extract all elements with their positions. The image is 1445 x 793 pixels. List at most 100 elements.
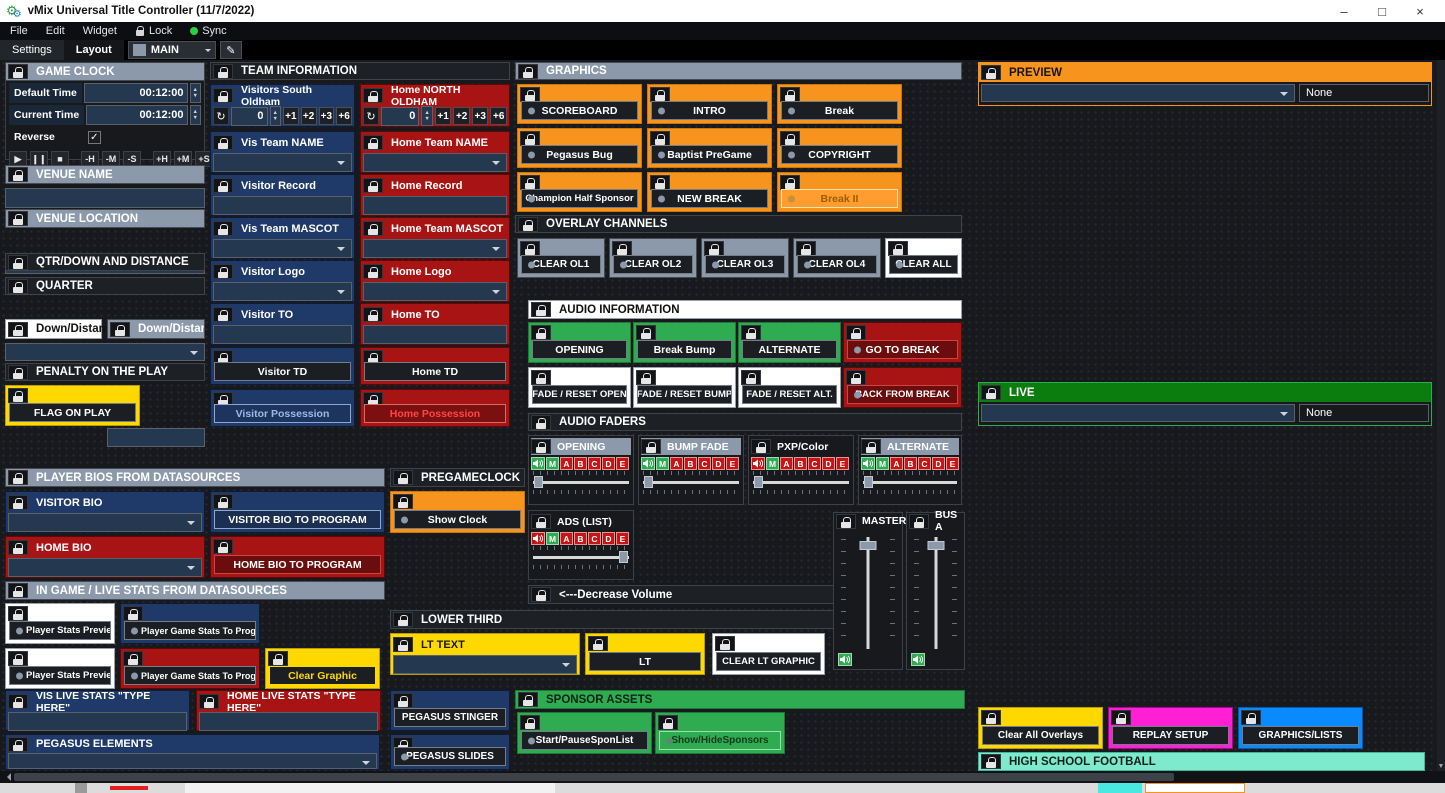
lock-icon[interactable] (213, 539, 233, 554)
lock-icon[interactable] (861, 439, 881, 454)
default-time-spinner[interactable]: ▲▼ (190, 83, 201, 103)
lock-icon[interactable] (518, 692, 538, 707)
lock-icon[interactable] (363, 178, 383, 193)
lock-icon[interactable] (110, 322, 130, 337)
bus-c-button[interactable]: C (808, 457, 821, 470)
home-plus1-button[interactable]: +1 (435, 107, 452, 125)
lock-icon[interactable] (1111, 710, 1131, 725)
vis-live-stats-input[interactable] (8, 712, 187, 731)
lock-icon[interactable] (363, 264, 383, 279)
lock-icon[interactable] (704, 241, 724, 256)
home-possession-button[interactable]: Home Possession (360, 389, 510, 427)
pegasus-slides-button[interactable]: PEGASUS SLIDES (390, 734, 510, 770)
down-distance-text-input[interactable] (107, 428, 205, 447)
alternate-audio-button[interactable]: ALTERNATE (738, 322, 841, 363)
menu-edit[interactable]: Edit (46, 25, 65, 37)
lock-icon[interactable] (888, 241, 908, 256)
lock-icon[interactable] (213, 135, 233, 150)
lock-icon[interactable] (393, 470, 413, 485)
live-select[interactable] (981, 404, 1295, 422)
bus-b-button[interactable]: B (574, 457, 587, 470)
volume-slider[interactable] (862, 475, 958, 489)
lock-icon[interactable] (796, 241, 816, 256)
lock-icon[interactable] (213, 494, 233, 509)
graphic-intro-button[interactable]: INTRO (647, 84, 772, 124)
bus-c-button[interactable]: C (698, 457, 711, 470)
reverse-checkbox[interactable]: ✓ (88, 131, 101, 144)
tab-layout[interactable]: Layout (64, 40, 124, 60)
go-to-break-button[interactable]: GO TO BREAK (843, 322, 962, 363)
lock-icon[interactable] (8, 606, 28, 621)
bus-b-button[interactable]: B (684, 457, 697, 470)
visitor-bio-to-program-button[interactable]: VISITOR BIO TO PROGRAM (210, 491, 385, 533)
visitor-score-spinner[interactable]: ▲▼ (270, 106, 281, 126)
lock-icon[interactable] (518, 64, 538, 79)
lock-icon[interactable] (531, 514, 551, 529)
lock-icon[interactable] (268, 651, 288, 666)
bus-m-button[interactable]: M (546, 457, 559, 470)
lock-icon[interactable] (531, 370, 551, 385)
visitor-plus6-button[interactable]: +6 (336, 107, 352, 125)
opening-audio-button[interactable]: OPENING (528, 322, 631, 363)
visitor-bio-select[interactable] (8, 513, 202, 532)
tab-settings[interactable]: Settings (0, 40, 64, 60)
lock-icon[interactable] (588, 636, 608, 651)
volume-slider[interactable] (752, 475, 850, 489)
vis-mascot-select[interactable] (213, 239, 352, 258)
lock-icon[interactable] (363, 307, 383, 322)
home-bio-select[interactable] (8, 558, 202, 577)
player-game-stats-program-blue-button[interactable]: Player Game Stats To Program (120, 603, 260, 644)
bus-a-button[interactable]: A (670, 457, 683, 470)
visitor-plus2-button[interactable]: +2 (301, 107, 317, 125)
visitor-plus1-button[interactable]: +1 (283, 107, 299, 125)
lock-icon[interactable] (520, 241, 540, 256)
minimize-button[interactable]: – (1325, 0, 1363, 22)
graphic-pegasus-bug-button[interactable]: Pegasus Bug (517, 128, 642, 168)
visitor-plus3-button[interactable]: +3 (319, 107, 335, 125)
lock-icon[interactable] (213, 264, 233, 279)
lock-icon[interactable] (123, 651, 143, 666)
lock-icon[interactable] (393, 637, 413, 652)
current-time-spinner[interactable]: ▲▼ (190, 105, 201, 125)
graphic-copyright-button[interactable]: COPYRIGHT (777, 128, 902, 168)
speaker-icon[interactable] (751, 457, 765, 470)
lock-icon[interactable] (780, 131, 800, 146)
bus-c-button[interactable]: C (588, 457, 601, 470)
fade-reset-bump-button[interactable]: FADE / RESET BUMP (633, 367, 736, 408)
quarter-select[interactable] (5, 343, 205, 361)
show-clock-button[interactable]: Show Clock (390, 491, 525, 533)
home-plus6-button[interactable]: +6 (490, 107, 507, 125)
home-plus2-button[interactable]: +2 (453, 107, 470, 125)
back-from-break-button[interactable]: BACK FROM BREAK (843, 367, 962, 408)
home-bio-to-program-button[interactable]: HOME BIO TO PROGRAM (210, 536, 385, 578)
bus-d-button[interactable]: D (602, 532, 615, 545)
lock-icon[interactable] (715, 636, 735, 651)
home-logo-select[interactable] (363, 282, 507, 301)
lock-icon[interactable] (8, 388, 28, 403)
current-time-input[interactable]: 00:12:00 (86, 105, 187, 125)
bus-m-button[interactable]: M (766, 457, 779, 470)
bus-e-button[interactable]: E (616, 457, 629, 470)
lock-icon[interactable] (8, 64, 28, 79)
visitor-score-reset-icon[interactable]: ↻ (213, 107, 229, 125)
lock-icon[interactable] (199, 694, 219, 709)
lock-icon[interactable] (213, 307, 233, 322)
speaker-icon[interactable] (911, 653, 925, 666)
bus-m-button[interactable]: M (876, 457, 889, 470)
lock-icon[interactable] (650, 131, 670, 146)
bus-c-button[interactable]: C (918, 457, 931, 470)
lt-button[interactable]: LT (585, 633, 705, 675)
clear-ol3-button[interactable]: CLEAR OL3 (701, 238, 789, 278)
home-to-input[interactable] (363, 325, 507, 344)
lock-icon[interactable] (531, 415, 551, 430)
lock-icon[interactable] (518, 217, 538, 232)
lock-icon[interactable] (751, 439, 771, 454)
vertical-scrollbar[interactable]: ▼ (1437, 60, 1445, 771)
bus-d-button[interactable]: D (712, 457, 725, 470)
bus-a-fader-handle[interactable] (927, 541, 944, 550)
lock-icon[interactable] (213, 64, 233, 79)
menu-lock[interactable]: Lock (135, 25, 172, 37)
player-game-stats-program-red-button[interactable]: Player Game Stats To Program (120, 648, 260, 689)
menu-widget[interactable]: Widget (83, 25, 117, 37)
lock-icon[interactable] (393, 612, 413, 627)
